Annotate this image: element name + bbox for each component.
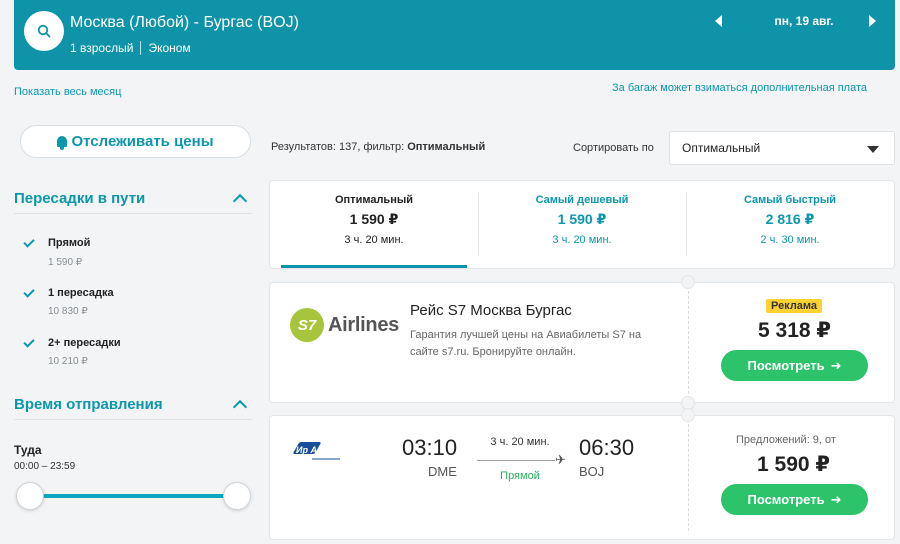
caret-down-icon	[867, 146, 879, 153]
results-filter: Оптимальный	[407, 141, 486, 153]
view-button-label: Посмотреть	[747, 358, 825, 373]
ad-description: Гарантия лучшей цены на Авиабилеты S7 на…	[410, 329, 642, 358]
flight-view-button[interactable]: Посмотреть ➜	[721, 484, 868, 515]
view-button-label: Посмотреть	[747, 492, 825, 507]
baggage-notice-link[interactable]: За багаж может взиматься дополнительная …	[612, 82, 867, 94]
plane-icon: ✈	[555, 452, 566, 467]
ad-badge: Реклама	[766, 299, 823, 313]
cabin-class: Эконом	[148, 41, 191, 55]
chevron-up-icon[interactable]	[232, 399, 248, 415]
time-slider-track[interactable]	[30, 494, 238, 498]
transfers-filter-title[interactable]: Пересадки в пути	[14, 190, 145, 207]
ir-aero-logo: Ир Аэро	[292, 440, 344, 464]
direction-label: Туда	[14, 443, 42, 457]
departure-time-filter-title[interactable]: Время отправления	[14, 396, 163, 413]
show-month-link[interactable]: Показать весь месяц	[14, 86, 121, 98]
divider	[14, 213, 252, 214]
sort-label: Сортировать по	[573, 142, 654, 154]
next-date-icon[interactable]	[869, 15, 876, 27]
arrow-right-icon: ➜	[830, 491, 842, 507]
bell-icon	[57, 136, 68, 150]
option-two-plus-label[interactable]: 2+ пересадки	[48, 337, 121, 349]
stops-label: Прямой	[500, 470, 540, 482]
tab-duration: 2 ч. 30 мин.	[760, 234, 820, 246]
offers-count: Предложений: 9, от	[736, 434, 836, 446]
time-slider-end-handle[interactable]	[223, 482, 251, 510]
flight-price: 1 590 ₽	[757, 453, 830, 476]
s7-logo-text: Airlines	[328, 313, 399, 336]
tab-price: 2 816 ₽	[765, 211, 815, 227]
tab-name: Самый дешевый	[535, 194, 629, 206]
passengers-count: 1 взрослый	[70, 41, 134, 55]
track-prices-button[interactable]: Отслеживать цены	[20, 125, 251, 158]
divider	[14, 419, 252, 420]
logo-tagline-line	[312, 458, 340, 460]
passenger-summary[interactable]: 1 взрослый Эконом	[70, 41, 191, 55]
ad-card[interactable]: S7 Airlines Рейс S7 Москва Бургас Гарант…	[269, 275, 895, 410]
search-header: Москва (Любой) - Бургас (BOJ) 1 взрослый…	[14, 0, 895, 70]
option-direct-label[interactable]: Прямой	[48, 237, 90, 249]
tab-name: Самый быстрый	[743, 194, 837, 206]
chevron-up-icon[interactable]	[232, 193, 248, 209]
tab-name: Оптимальный	[334, 194, 413, 206]
option-one-transfer-label[interactable]: 1 пересадка	[48, 287, 114, 299]
option-two-plus-price: 10 210 ₽	[48, 356, 88, 367]
checkbox-two-plus-transfers[interactable]	[23, 337, 35, 349]
results-count: Результатов: 137, фильтр:	[271, 141, 405, 153]
tab-optimal[interactable]: Оптимальный 1 590 ₽ 3 ч. 20 мин.	[270, 181, 478, 268]
departure-time: 03:10	[402, 435, 458, 460]
arrival-time: 06:30	[579, 435, 635, 460]
ad-price: 5 318 ₽	[758, 319, 831, 342]
time-range-value: 00:00 – 23:59	[14, 461, 76, 472]
tab-duration: 3 ч. 20 мин.	[344, 234, 404, 246]
departure-airport: DME	[428, 464, 457, 479]
ticket-notch	[681, 275, 695, 289]
ticket-perforation	[688, 424, 689, 531]
time-slider-start-handle[interactable]	[16, 482, 44, 510]
divider	[140, 41, 142, 55]
search-icon	[37, 24, 51, 38]
sort-select[interactable]: Оптимальный	[669, 131, 895, 165]
arrow-right-icon: ➜	[830, 357, 842, 373]
active-tab-indicator	[281, 265, 467, 268]
sort-value: Оптимальный	[682, 141, 761, 155]
ticket-notch	[681, 408, 695, 422]
flight-card[interactable]: Ир Аэро 03:10 DME 3 ч. 20 мин. ✈ Прямой …	[269, 408, 895, 540]
option-direct-price: 1 590 ₽	[48, 257, 83, 268]
arrival-airport: BOJ	[579, 464, 605, 479]
tab-cheapest[interactable]: Самый дешевый 1 590 ₽ 3 ч. 20 мин.	[478, 181, 686, 268]
checkbox-one-transfer[interactable]	[23, 287, 35, 299]
results-summary: Результатов: 137, фильтр: Оптимальный	[271, 141, 485, 153]
prev-date-icon[interactable]	[715, 15, 722, 27]
tab-fastest[interactable]: Самый быстрый 2 816 ₽ 2 ч. 30 мин.	[686, 181, 894, 268]
track-prices-label: Отслеживать цены	[71, 133, 214, 150]
checkbox-direct[interactable]	[23, 237, 35, 249]
s7-logo-mark: S7	[290, 308, 324, 342]
sort-tabs: Оптимальный 1 590 ₽ 3 ч. 20 мин. Самый д…	[269, 180, 895, 269]
tab-duration: 3 ч. 20 мин.	[552, 234, 612, 246]
flight-duration: 3 ч. 20 мин.	[490, 436, 550, 448]
route-title[interactable]: Москва (Любой) - Бургас (BOJ)	[70, 14, 299, 32]
tab-price: 1 590 ₽	[557, 211, 607, 227]
route-line	[477, 460, 555, 461]
search-button[interactable]	[24, 11, 64, 51]
ad-view-button[interactable]: Посмотреть ➜	[721, 350, 868, 381]
departure-date[interactable]: пн, 19 авг.	[754, 14, 854, 28]
ad-title[interactable]: Рейс S7 Москва Бургас	[410, 302, 572, 319]
tab-price: 1 590 ₽	[349, 211, 399, 227]
option-one-transfer-price: 10 830 ₽	[48, 306, 88, 317]
ticket-perforation	[688, 291, 689, 394]
airline-logo-text: Ир Аэро	[296, 445, 333, 455]
s7-airlines-logo: S7 Airlines	[290, 308, 399, 342]
